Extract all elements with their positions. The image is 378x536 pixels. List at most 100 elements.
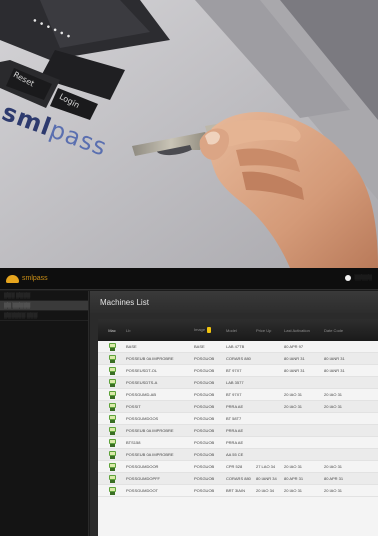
table-cell: 80 IANR 31 xyxy=(324,368,345,373)
col-header-mac[interactable]: Mac xyxy=(98,328,126,333)
table-cell: CORARS 880 xyxy=(226,356,251,361)
table-row[interactable]: BTS158 POSGUOB PRRA AE xyxy=(98,437,378,449)
sidebar-item-1[interactable]: ░░░ ░░░░ xyxy=(0,291,88,301)
table-cell: POSSEUSDTS-A xyxy=(126,380,158,385)
table-cell: BT 58T7 xyxy=(226,416,242,421)
table-cell: POSGUOB xyxy=(194,356,215,361)
app-logo[interactable]: smlpass xyxy=(6,274,48,283)
table-row[interactable]: POSSGUMDOPFF POSGUOB CORARS 880 80 IANR 34 8… xyxy=(98,473,378,485)
table-cell: 20 IAO 31 xyxy=(324,404,343,409)
table-cell: POSGUOB xyxy=(194,428,215,433)
table-cell: POSGUOB xyxy=(194,404,215,409)
table-cell: POSSEUB 0A IMPROBRE xyxy=(126,452,174,457)
machine-icon xyxy=(108,390,116,399)
table-cell: 80 APR 31 xyxy=(324,476,344,481)
table-cell: POSSGUMDGOS xyxy=(126,416,159,421)
table-cell: LAB 3577 xyxy=(226,380,244,385)
table-cell: CPR 528 xyxy=(226,464,243,469)
table-row[interactable]: POSSGUMD-AB POSGUOB BT 97X7 20 IAO 31 20 IAO… xyxy=(98,389,378,401)
sidebar-item-2[interactable]: ░░ ░░░░░ xyxy=(0,301,88,311)
machine-icon xyxy=(108,486,116,495)
user-menu[interactable]: ░░░░░ xyxy=(345,275,372,281)
table-body: BASE BASE LAB 47TB 80 APR 97 POSSEUB 0A IMPR… xyxy=(98,341,378,497)
table-row[interactable]: POSSGUMDGOS POSGUOB BT 58T7 xyxy=(98,413,378,425)
table-cell: AA 55 CE xyxy=(226,452,244,457)
table-header: Mac Lb Image Model Price Up Last Activat… xyxy=(98,319,378,341)
table-cell: BASE xyxy=(194,344,205,349)
page-header: Machines List xyxy=(90,291,378,313)
table-row[interactable]: POSSEUSDT-OL POSGUOB BT 97X7 80 IANR 31 80 I… xyxy=(98,365,378,377)
table-row[interactable]: POSSEUB 0A IMPROBRE POSGUOB AA 55 CE xyxy=(98,449,378,461)
table-cell: POSGUOB xyxy=(194,452,215,457)
machine-icon xyxy=(108,474,116,483)
table-cell: POSSIT xyxy=(126,404,141,409)
table-cell: 80 IANR 31 xyxy=(284,356,305,361)
machine-icon-cell xyxy=(98,474,126,483)
table-cell: 20 IAO 31 xyxy=(284,464,303,469)
machine-icon xyxy=(108,402,116,411)
table-row[interactable]: POSSEUB 0A IMPROBRE POSGUOB CORARS 880 80 I… xyxy=(98,353,378,365)
table-cell: 80 IANR 31 xyxy=(284,368,305,373)
table-cell: 20 IAO 31 xyxy=(324,488,343,493)
table-row[interactable]: POSSGUMDOOT POSGUOB BRT 3IAIN 20 IAO 34 20 I… xyxy=(98,485,378,497)
table-cell: POSGUOB xyxy=(194,476,215,481)
table-cell: BASE xyxy=(126,344,137,349)
table-cell: CORARS 880 xyxy=(226,476,251,481)
user-status-icon xyxy=(345,275,352,281)
table-row[interactable]: POSSEUB 0A IMPROBRE POSGUOB PRRA AE xyxy=(98,425,378,437)
sidebar-item-3[interactable]: ░░░░░░ ░░░ xyxy=(0,311,88,321)
machine-icon xyxy=(108,450,116,459)
table-cell: POSGUOB xyxy=(194,368,215,373)
sort-icon xyxy=(207,327,212,333)
table-cell: POSSGUMDOPFF xyxy=(126,476,161,481)
hero-photo: •••••• Reset Login smlpass xyxy=(0,0,378,268)
table-cell: 80 IANR 31 xyxy=(324,356,345,361)
table-cell: POSSEUB 0A IMPROBRE xyxy=(126,356,174,361)
col-header-price-up[interactable]: Price Up xyxy=(256,328,284,333)
machine-icon-cell xyxy=(98,462,126,471)
table-cell: POSSEUB 0A IMPROBRE xyxy=(126,428,174,433)
machine-icon-cell xyxy=(98,414,126,423)
table-row[interactable]: POSSGUMDOOR POSGUOB CPR 528 27 LAO 34 20 IAO… xyxy=(98,461,378,473)
table-row[interactable]: POSSIT POSGUOB PRRA AE 20 IAO 31 20 IAO 31 xyxy=(98,401,378,413)
table-cell: POSSEUSDT-OL xyxy=(126,368,158,373)
table-cell: 80 APR 97 xyxy=(284,344,304,349)
machine-icon-cell xyxy=(98,426,126,435)
machine-icon-cell xyxy=(98,342,126,351)
table-cell: LAB 47TB xyxy=(226,344,245,349)
col-header-date-code[interactable]: Date Code xyxy=(324,328,362,333)
app-window: smlpass ░░░░░ ░░░ ░░░░ ░░ ░░░░░ ░░░░░░ ░… xyxy=(0,268,378,536)
table-cell: PRRA AE xyxy=(226,428,244,433)
table-cell: POSGUOB xyxy=(194,488,215,493)
machine-icon xyxy=(108,366,116,375)
top-bar: smlpass ░░░░░ xyxy=(0,268,378,290)
col-header-image[interactable]: Image xyxy=(194,327,226,333)
table-row[interactable]: BASE BASE LAB 47TB 80 APR 97 xyxy=(98,341,378,353)
machine-icon-cell xyxy=(98,450,126,459)
table-cell: 80 IANR 34 xyxy=(256,476,277,481)
table-cell: 80 APR 31 xyxy=(284,476,304,481)
machine-icon-cell xyxy=(98,354,126,363)
table-cell: 27 LAO 34 xyxy=(256,464,276,469)
user-name: ░░░░░ xyxy=(354,275,372,281)
col-header-last-activation[interactable]: Last Activation xyxy=(284,328,324,333)
table-cell: POSGUOB xyxy=(194,464,215,469)
table-cell: 20 IAO 34 xyxy=(256,488,275,493)
machine-icon xyxy=(108,438,116,447)
table-row[interactable]: POSSEUSDTS-A POSGUOB LAB 3577 xyxy=(98,377,378,389)
table-cell: BT 97X7 xyxy=(226,368,242,373)
table-cell: POSSGUMD-AB xyxy=(126,392,157,397)
machine-icon xyxy=(108,354,116,363)
machine-icon xyxy=(108,426,116,435)
machine-icon-cell xyxy=(98,366,126,375)
col-header-model[interactable]: Model xyxy=(226,328,256,333)
col-header-lb[interactable]: Lb xyxy=(126,328,194,333)
table-cell: POSGUOB xyxy=(194,440,215,445)
table-cell: POSGUOB xyxy=(194,416,215,421)
machines-table: Mac Lb Image Model Price Up Last Activat… xyxy=(98,319,378,536)
table-cell: POSGUOB xyxy=(194,392,215,397)
table-cell: BTS158 xyxy=(126,440,141,445)
table-cell: 20 IAO 31 xyxy=(324,392,343,397)
table-cell: POSSGUMDOOR xyxy=(126,464,159,469)
table-cell: POSGUOB xyxy=(194,380,215,385)
